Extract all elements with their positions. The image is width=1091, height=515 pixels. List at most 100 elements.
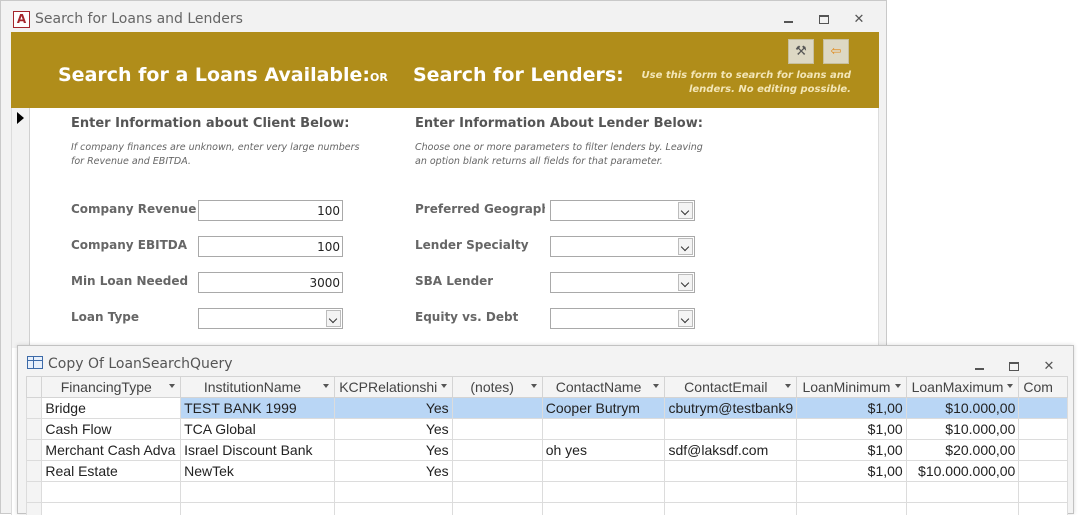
- settings-button[interactable]: ⚒: [788, 39, 814, 64]
- row-selector[interactable]: [27, 440, 42, 461]
- table-row[interactable]: Merchant Cash AdvaIsrael Discount BankYe…: [27, 440, 1068, 461]
- row-selector[interactable]: [27, 398, 42, 419]
- table-cell[interactable]: [542, 503, 665, 515]
- table-cell[interactable]: [665, 482, 797, 503]
- table-cell[interactable]: [42, 482, 181, 503]
- row-selector[interactable]: [27, 503, 42, 515]
- table-cell[interactable]: [542, 419, 665, 440]
- sort-dropdown-icon[interactable]: [323, 384, 329, 388]
- table-cell[interactable]: TEST BANK 1999: [181, 398, 335, 419]
- table-cell[interactable]: sdf@laksdf.com: [665, 440, 797, 461]
- table-cell[interactable]: $1,00: [797, 461, 907, 482]
- sort-dropdown-icon[interactable]: [441, 384, 447, 388]
- table-cell[interactable]: Yes: [334, 440, 452, 461]
- table-cell[interactable]: [665, 461, 797, 482]
- loan-type-combo[interactable]: [198, 308, 343, 329]
- table-cell[interactable]: [1019, 440, 1068, 461]
- table-cell[interactable]: [334, 503, 452, 515]
- table-cell[interactable]: [452, 461, 542, 482]
- table-cell[interactable]: [542, 482, 665, 503]
- table-cell[interactable]: [1019, 503, 1068, 515]
- chevron-down-icon[interactable]: [326, 310, 341, 327]
- sort-dropdown-icon[interactable]: [169, 384, 175, 388]
- table-cell[interactable]: [334, 482, 452, 503]
- table-cell[interactable]: [542, 461, 665, 482]
- table-cell[interactable]: Real Estate: [42, 461, 181, 482]
- table-cell[interactable]: $10.000,00: [906, 419, 1019, 440]
- restore-button[interactable]: [813, 10, 835, 28]
- table-cell[interactable]: $20.000,00: [906, 440, 1019, 461]
- table-cell[interactable]: oh yes: [542, 440, 665, 461]
- record-selector[interactable]: [12, 108, 30, 348]
- table-cell[interactable]: Yes: [334, 461, 452, 482]
- table-cell[interactable]: cbutrym@testbank9: [665, 398, 797, 419]
- table-cell[interactable]: [906, 482, 1019, 503]
- table-cell[interactable]: TCA Global: [181, 419, 335, 440]
- table-cell[interactable]: [452, 419, 542, 440]
- table-cell[interactable]: [452, 440, 542, 461]
- table-cell[interactable]: Israel Discount Bank: [181, 440, 335, 461]
- table-cell[interactable]: [452, 503, 542, 515]
- table-cell[interactable]: [1019, 398, 1068, 419]
- table-cell[interactable]: [906, 503, 1019, 515]
- table-cell[interactable]: Yes: [334, 419, 452, 440]
- table-cell[interactable]: [1019, 482, 1068, 503]
- table-cell[interactable]: Yes: [334, 398, 452, 419]
- select-all-corner[interactable]: [27, 377, 42, 398]
- lender-specialty-combo[interactable]: [550, 236, 695, 257]
- table-cell[interactable]: [1019, 461, 1068, 482]
- table-cell[interactable]: [665, 503, 797, 515]
- column-header[interactable]: LoanMinimum: [797, 377, 907, 398]
- preferred-geography-combo[interactable]: [550, 200, 695, 221]
- table-cell[interactable]: [42, 503, 181, 515]
- column-header[interactable]: Com: [1019, 377, 1068, 398]
- min-loan-needed-input[interactable]: 3000: [198, 272, 343, 293]
- empty-row[interactable]: [27, 503, 1068, 515]
- table-cell[interactable]: [181, 503, 335, 515]
- table-row[interactable]: BridgeTEST BANK 1999Yes Cooper Butrymcbut…: [27, 398, 1068, 419]
- sort-dropdown-icon[interactable]: [531, 384, 537, 388]
- column-header[interactable]: FinancingType: [42, 377, 181, 398]
- sort-dropdown-icon[interactable]: [895, 384, 901, 388]
- company-ebitda-input[interactable]: 100: [198, 236, 343, 257]
- table-cell[interactable]: [181, 482, 335, 503]
- table-cell[interactable]: Cooper Butrym: [542, 398, 665, 419]
- table-cell[interactable]: Cash Flow: [42, 419, 181, 440]
- sort-dropdown-icon[interactable]: [785, 384, 791, 388]
- chevron-down-icon[interactable]: [678, 238, 693, 255]
- close-button[interactable]: ✕: [848, 10, 870, 28]
- table-cell[interactable]: $1,00: [797, 440, 907, 461]
- empty-row[interactable]: [27, 482, 1068, 503]
- table-cell[interactable]: [1019, 419, 1068, 440]
- table-row[interactable]: Cash FlowTCA GlobalYes $1,00$10.000,00: [27, 419, 1068, 440]
- table-cell[interactable]: $10.000.000,00: [906, 461, 1019, 482]
- company-revenue-input[interactable]: 100: [198, 200, 343, 221]
- column-header[interactable]: ContactName: [542, 377, 665, 398]
- table-cell[interactable]: [452, 482, 542, 503]
- exit-button[interactable]: ⇦: [823, 39, 849, 64]
- datasheet-restore-button[interactable]: [1003, 357, 1025, 375]
- sort-dropdown-icon[interactable]: [1007, 384, 1013, 388]
- chevron-down-icon[interactable]: [678, 202, 693, 219]
- table-cell[interactable]: [797, 482, 907, 503]
- row-selector[interactable]: [27, 482, 42, 503]
- table-cell[interactable]: Merchant Cash Adva: [42, 440, 181, 461]
- table-cell[interactable]: $1,00: [797, 419, 907, 440]
- row-selector[interactable]: [27, 419, 42, 440]
- sba-lender-combo[interactable]: [550, 272, 695, 293]
- table-cell[interactable]: Bridge: [42, 398, 181, 419]
- column-header[interactable]: (notes): [452, 377, 542, 398]
- minimize-button[interactable]: [777, 10, 799, 28]
- row-selector[interactable]: [27, 461, 42, 482]
- table-row[interactable]: Real EstateNewTekYes $1,00$10.000.000,00: [27, 461, 1068, 482]
- chevron-down-icon[interactable]: [678, 274, 693, 291]
- table-cell[interactable]: [452, 398, 542, 419]
- table-cell[interactable]: [665, 419, 797, 440]
- table-cell[interactable]: $1,00: [797, 398, 907, 419]
- sort-dropdown-icon[interactable]: [653, 384, 659, 388]
- column-header[interactable]: LoanMaximum: [906, 377, 1019, 398]
- table-cell[interactable]: [797, 503, 907, 515]
- table-cell[interactable]: NewTek: [181, 461, 335, 482]
- column-header[interactable]: InstitutionName: [181, 377, 335, 398]
- datasheet-minimize-button[interactable]: [968, 357, 990, 375]
